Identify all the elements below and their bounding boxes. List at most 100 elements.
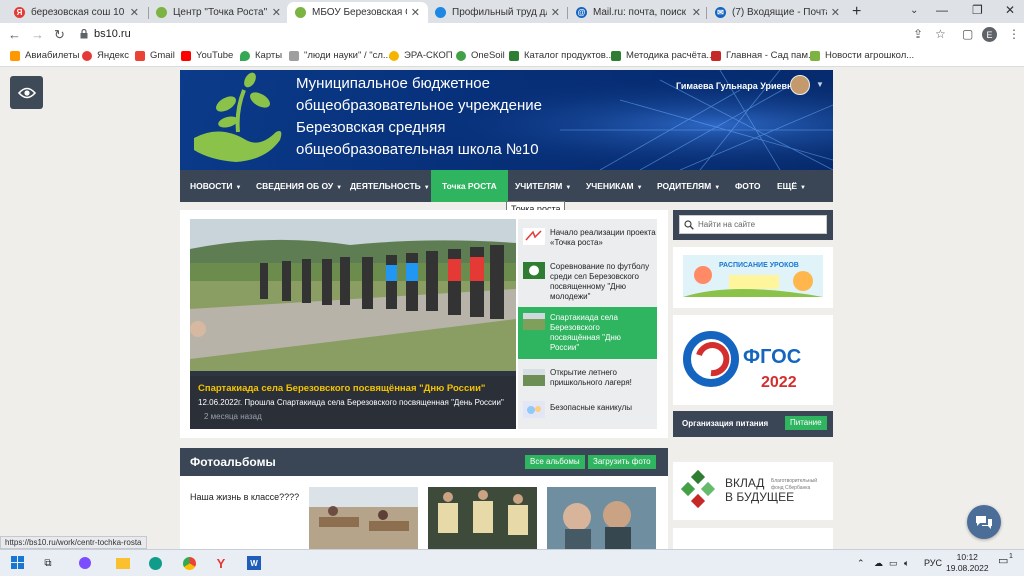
tab-title: МБОУ Березовская СОШ [312,7,407,18]
album-photo[interactable] [428,487,537,550]
schedule-banner[interactable]: РАСПИСАНИЕ УРОКОВ [673,247,833,308]
star-bookmark-icon[interactable]: ☆ [935,27,946,41]
user-name[interactable]: Гимаева Гульнара Уриевна [676,81,798,91]
nav-item-uchenikam[interactable]: УЧЕНИКАМ ▼ [586,170,643,202]
bookmark-youtube[interactable]: YouTube [181,50,233,61]
yandex-browser-icon[interactable]: Y [213,555,229,571]
chat-button[interactable] [967,505,1001,539]
chrome-icon[interactable] [181,555,197,571]
all-albums-button[interactable]: Все альбомы [525,455,585,469]
browser-tab[interactable]: ✉ (7) Входящие - Почта Mail ✕ [707,2,848,23]
photo-albums-body: Наша жизнь в классе???? [180,476,668,550]
browser-tab[interactable]: Профильный труд для уча ✕ [427,2,568,23]
nav-item-novosti[interactable]: НОВОСТИ ▼ [190,170,241,202]
news-item[interactable]: Начало реализации проекта «Точка роста» [518,225,657,255]
school-title[interactable]: Муниципальное бюджетное общеобразователь… [296,73,606,161]
bookmark-katalog[interactable]: Каталог продуктов... [509,50,614,61]
slide-title[interactable]: Спартакиада села Березовского посвящённа… [198,383,485,394]
share-icon[interactable]: ⇪ [913,27,923,41]
close-window-icon[interactable]: ✕ [1005,3,1015,17]
url-text[interactable]: bs10.ru [94,28,131,40]
album-caption[interactable]: Наша жизнь в классе???? [190,492,299,502]
schedule-banner-image: РАСПИСАНИЕ УРОКОВ [683,255,823,297]
bookmark-sad-pamyati[interactable]: Главная - Сад пам... [711,50,816,61]
upload-photo-button[interactable]: Загрузить фото [588,455,656,469]
lock-icon[interactable] [80,29,88,39]
close-tab-icon[interactable]: ✕ [831,6,840,19]
album-photo[interactable] [547,487,656,550]
cloud-icon[interactable]: ☁ [874,558,883,569]
forward-icon[interactable]: → [31,27,44,42]
news-thumbnail [523,228,545,245]
bookmark-gmail[interactable]: Gmail [135,50,175,61]
close-tab-icon[interactable]: ✕ [411,6,420,19]
back-icon[interactable]: ← [8,27,21,42]
nav-item-tochka-rosta[interactable]: Точка РОСТА [431,170,508,202]
food-button[interactable]: Питание [785,416,827,430]
bookmark-aviabilety[interactable]: Авиабилеты [10,50,79,61]
bookmark-onesoil[interactable]: OneSoil [456,50,505,61]
volume-icon[interactable]: 🔈︎ [904,558,909,569]
news-thumbnail [523,401,545,418]
vklad-banner[interactable]: ВКЛАД В БУДУЩЕЕ Благотворительный фонд С… [673,462,833,520]
chevron-down-icon[interactable]: ▼ [816,80,824,89]
network-icon[interactable]: ▭ [889,558,898,569]
nav-item-svedeniya[interactable]: СВЕДЕНИЯ ОБ ОУ ▼ [256,170,342,202]
nav-item-roditelyam[interactable]: РОДИТЕЛЯМ ▼ [657,170,720,202]
minimize-icon[interactable]: — [936,3,948,17]
profile-avatar[interactable]: E [982,27,997,42]
nav-item-eshe[interactable]: ЕЩЁ ▼ [777,170,806,202]
svg-text:ФГОС: ФГОС [743,346,801,368]
close-tab-icon[interactable]: ✕ [551,6,560,19]
bookmark-yandex[interactable]: Яндекс [82,50,129,61]
nav-item-foto[interactable]: ФОТО [735,170,760,202]
visually-impaired-button[interactable] [10,76,43,109]
news-item[interactable]: Безопасные каникулы [518,397,657,423]
main-nav: НОВОСТИ ▼ СВЕДЕНИЯ ОБ ОУ ▼ ДЕЯТЕЛЬНОСТЬ ▼ Т… [180,170,833,202]
browser-tab[interactable]: Центр "Точка Роста" — М ✕ [148,2,289,23]
notifications-icon[interactable]: ▭ [998,554,1008,567]
close-tab-icon[interactable]: ✕ [272,6,281,19]
sidebar-banner[interactable] [673,528,833,549]
file-explorer-icon[interactable] [115,555,131,571]
tab-search-icon[interactable]: ⌄ [910,5,918,16]
album-photo[interactable] [309,487,418,550]
windows-start-icon[interactable] [10,555,26,571]
nav-item-uchitelyam[interactable]: УЧИТЕЛЯМ ▼ [515,170,571,202]
tray-chevron-up-icon[interactable]: ⌃ [857,558,865,569]
fgos-banner[interactable]: ФГОС 2022 [673,315,833,405]
language-indicator[interactable]: РУС [924,558,942,568]
photo-albums-header: Фотоальбомы Все альбомы Загрузить фото [180,448,668,476]
svg-text:В БУДУЩЕЕ: В БУДУЩЕЕ [725,490,794,504]
browser-tab[interactable]: @ Mail.ru: почта, поиск в инт ✕ [568,2,709,23]
news-item-active[interactable]: Спартакиада села Березовского посвящённа… [518,307,657,359]
tab-title: березовская сош 10 кураг [31,7,126,18]
close-tab-icon[interactable]: ✕ [692,6,701,19]
search-icon [684,220,694,230]
nav-item-deyatelnost[interactable]: ДЕЯТЕЛЬНОСТЬ ▼ [350,170,430,202]
word-icon[interactable]: W [246,555,262,571]
new-tab-button[interactable]: + [852,3,861,21]
bookmark-lyudi-nauki[interactable]: "люди науки" / "сл... [289,50,391,61]
close-tab-icon[interactable]: ✕ [130,6,139,19]
bookmark-maps[interactable]: Карты [240,50,282,61]
bookmark-era-skop[interactable]: ЭРА-СКОП [389,50,453,61]
news-item[interactable]: Открытие летнего пришкольного лагеря! [518,365,657,391]
news-item[interactable]: Соревнование по футболу среди сел Березо… [518,259,657,303]
bookmark-agroshkola[interactable]: Новости агрошкол... [810,50,914,61]
side-panel-icon[interactable]: ▢ [962,27,973,41]
slide-caption[interactable]: Спартакиада села Березовского посвящённа… [190,376,516,429]
system-clock[interactable]: 10:12 19.08.2022 [946,552,989,574]
edge-icon[interactable] [147,555,163,571]
task-view-icon[interactable]: ⧉ [40,555,56,571]
alice-icon[interactable] [77,555,93,571]
browser-menu-icon[interactable]: ⋮ [1008,27,1020,41]
site-globe-icon [435,7,446,18]
site-search-input[interactable]: Найти на сайте [679,215,827,234]
maximize-icon[interactable]: ❐ [972,3,983,17]
browser-tab-active[interactable]: МБОУ Березовская СОШ ✕ [287,2,428,23]
bookmark-metodika[interactable]: Методика расчёта... [611,50,714,61]
browser-tab[interactable]: Я березовская сош 10 кураг ✕ [6,2,147,23]
reload-icon[interactable]: ↻ [54,27,65,43]
user-avatar[interactable] [790,75,810,95]
